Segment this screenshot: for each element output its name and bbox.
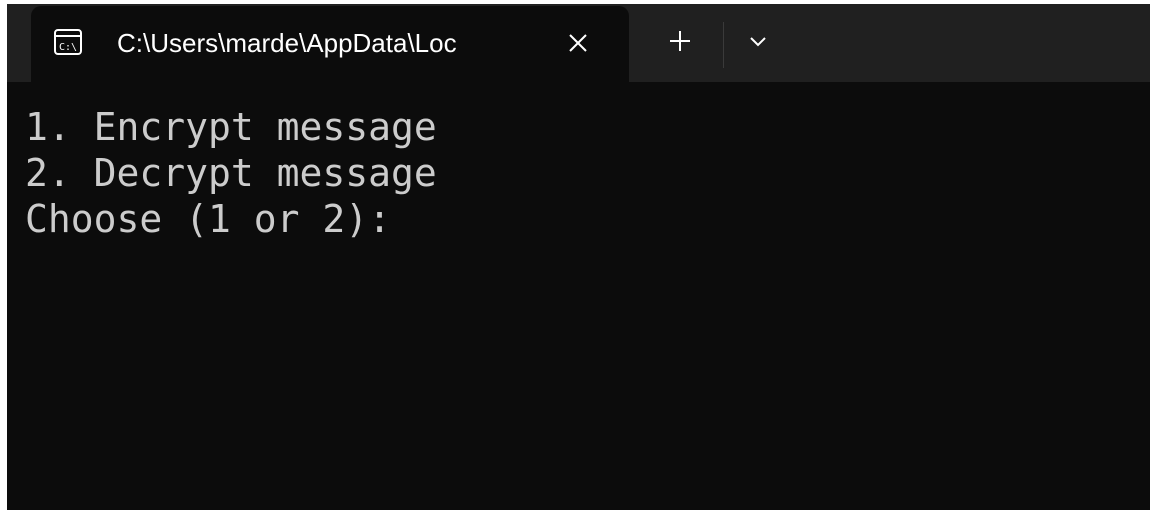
command-prompt-icon: C:\: [54, 29, 82, 55]
terminal-output[interactable]: 1. Encrypt message 2. Decrypt message Ch…: [25, 104, 1150, 510]
tab-title: C:\Users\marde\AppData\Loc: [117, 28, 457, 58]
svg-text:C:\: C:\: [59, 42, 77, 53]
terminal-window: C:\ C:\Users\marde\AppData\Loc 1. Encryp…: [7, 4, 1150, 510]
active-tab[interactable]: C:\ C:\Users\marde\AppData\Loc: [31, 6, 629, 82]
tab-divider: [723, 22, 724, 68]
plus-icon[interactable]: [665, 26, 695, 56]
console-line: 1. Encrypt message: [25, 105, 437, 149]
console-line: Choose (1 or 2):: [25, 197, 414, 241]
title-bar: C:\ C:\Users\marde\AppData\Loc: [7, 4, 1150, 82]
chevron-down-icon[interactable]: [745, 30, 771, 54]
close-icon[interactable]: [563, 28, 593, 58]
console-line: 2. Decrypt message: [25, 151, 437, 195]
